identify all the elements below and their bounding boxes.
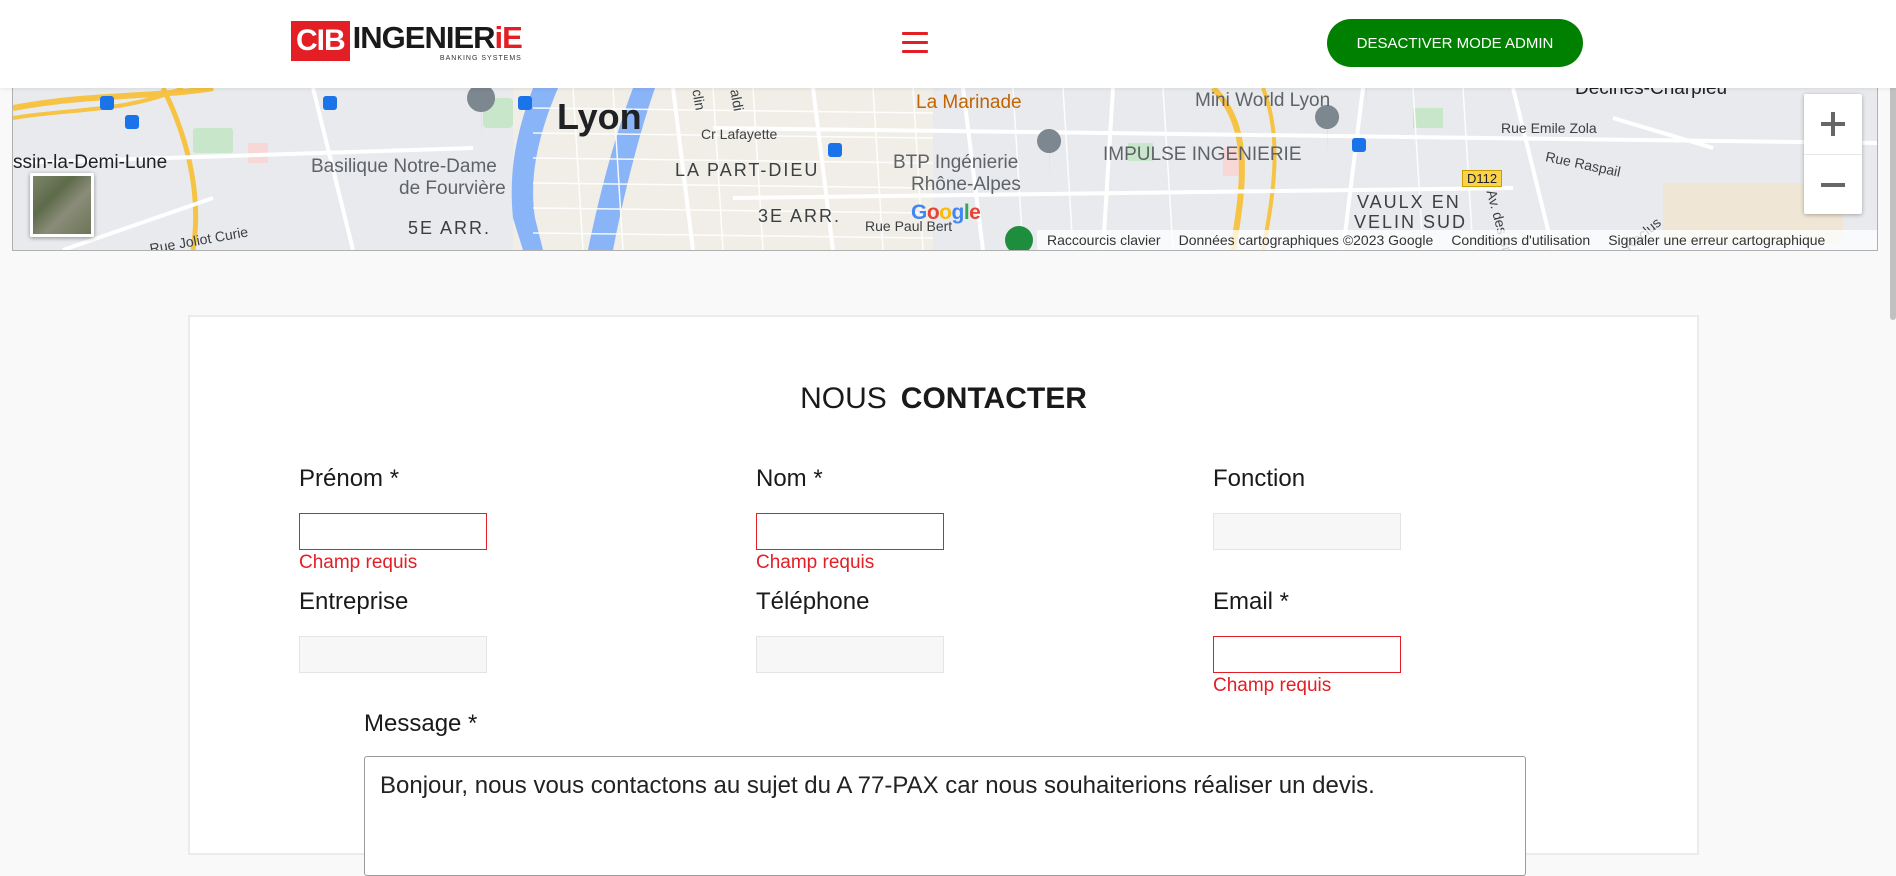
nom-field-group: Nom * Champ requis — [756, 464, 1056, 574]
logo-cib-box: CIB — [291, 21, 350, 61]
map-label-place: La Marinade — [916, 92, 1022, 113]
map-label-place: Mini World Lyon — [1195, 90, 1331, 111]
telephone-label: Téléphone — [756, 588, 870, 615]
map-label-place: Rhône-Alpes — [911, 174, 1021, 195]
fonction-input[interactable] — [1213, 513, 1401, 550]
map-label-district: 3E ARR. — [758, 206, 842, 226]
prenom-field-group: Prénom * Champ requis — [299, 464, 599, 574]
map-label-place: IMPULSE INGENIERIE — [1103, 144, 1302, 165]
map-label-district: 5E ARR. — [408, 218, 492, 238]
email-label: Email * — [1213, 588, 1290, 615]
terms-of-use-link[interactable]: Conditions d'utilisation — [1451, 232, 1590, 248]
plus-icon — [1821, 112, 1845, 136]
map-label-street: clin — [689, 88, 709, 112]
site-header: CIB INGENIERiE BANKING SYSTEMS DESACTIVE… — [0, 0, 1896, 88]
page-title: NOUS CONTACTER — [800, 382, 1087, 415]
map-label-place: Basilique Notre-Dame — [311, 156, 497, 177]
logo-wordmark: INGENIERiE — [352, 20, 523, 55]
keyboard-shortcuts-link[interactable]: Raccourcis clavier — [1047, 232, 1161, 248]
map-label-district: LA PART-DIEU — [675, 160, 820, 180]
logo-tagline: BANKING SYSTEMS — [439, 55, 522, 62]
map-zoom-controls — [1804, 94, 1862, 214]
map-label-district: VAULX EN — [1357, 192, 1461, 212]
report-map-error-link[interactable]: Signaler une erreur cartographique — [1608, 232, 1825, 248]
zoom-out-button[interactable] — [1804, 154, 1862, 215]
email-input[interactable] — [1213, 636, 1401, 673]
telephone-input[interactable] — [756, 636, 944, 673]
fonction-field-group: Fonction — [1213, 464, 1513, 550]
entreprise-field-group: Entreprise — [299, 587, 599, 673]
map-label-place: Décines-Charpieu — [1575, 88, 1728, 99]
zoom-in-button[interactable] — [1804, 94, 1862, 154]
prenom-label: Prénom * — [299, 465, 400, 492]
prenom-error: Champ requis — [299, 552, 418, 573]
map-data-credit: Données cartographiques ©2023 Google — [1178, 232, 1434, 248]
email-field-group: Email * Champ requis — [1213, 587, 1513, 697]
entreprise-label: Entreprise — [299, 588, 409, 615]
message-textarea[interactable]: Bonjour, nous vous contactons au sujet d… — [364, 756, 1526, 876]
map-label-street: Rue Emile Zola — [1501, 120, 1597, 136]
disable-admin-mode-button[interactable]: DESACTIVER MODE ADMIN — [1327, 19, 1583, 67]
cib-ingenierie-logo[interactable]: CIB INGENIERiE BANKING SYSTEMS — [291, 20, 523, 63]
entreprise-input[interactable] — [299, 636, 487, 673]
satellite-toggle-thumbnail[interactable] — [30, 173, 94, 237]
map-label-place: de Fourvière — [399, 178, 506, 199]
message-label: Message * — [364, 710, 478, 737]
map-label-place: BTP Ingénierie — [893, 152, 1019, 173]
google-logo: Google — [911, 201, 981, 224]
map-label-place: ssin-la-Demi-Lune — [13, 152, 168, 173]
google-map[interactable]: Lyon LA PART-DIEU 3E ARR. 5E ARR. VAULX … — [12, 88, 1878, 251]
email-error: Champ requis — [1213, 675, 1332, 696]
map-attribution-bar: Raccourcis clavier Données cartographiqu… — [1037, 230, 1877, 250]
fonction-label: Fonction — [1213, 465, 1306, 492]
prenom-input[interactable] — [299, 513, 487, 550]
telephone-field-group: Téléphone — [756, 587, 1056, 673]
page-scrollbar[interactable] — [1890, 0, 1896, 831]
nom-label: Nom * — [756, 465, 823, 492]
map-road-badge: D112 — [1462, 170, 1503, 187]
nom-error: Champ requis — [756, 552, 875, 573]
nom-input[interactable] — [756, 513, 944, 550]
map-label-street: Cr Lafayette — [701, 126, 778, 142]
map-label-city: Lyon — [557, 96, 642, 137]
contact-form-card: NOUS CONTACTER Prénom * Champ requis Nom … — [188, 315, 1699, 876]
minus-icon — [1821, 183, 1845, 187]
hamburger-icon[interactable] — [902, 32, 928, 54]
